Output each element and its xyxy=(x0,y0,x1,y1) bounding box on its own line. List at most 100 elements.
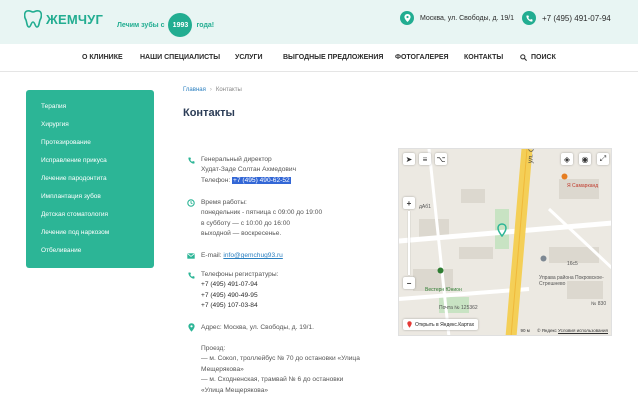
sidebar-item-prosthetics[interactable]: Протезирование xyxy=(26,134,154,152)
map-traffic-icon[interactable]: ◉ xyxy=(579,153,591,165)
page-title: Контакты xyxy=(183,107,235,119)
directions-line: — м. Сходненская, трамвай № 6 до останов… xyxy=(201,376,344,384)
registry-phone[interactable]: +7 (495) 107-03-84 xyxy=(201,301,278,311)
map-label-vestern: Вестерн Юнион xyxy=(425,287,462,293)
logo-text: ЖЕМЧУГ xyxy=(46,11,104,27)
hours-weekdays: понедельник - пятница с 09:00 до 19:00 xyxy=(201,209,323,217)
address-text: Адрес: Москва, ул. Свободы, д. 19/1. xyxy=(201,324,314,331)
location-pin-icon xyxy=(186,323,196,333)
address-block: Адрес: Москва, ул. Свободы, д. 19/1. xyxy=(186,323,314,333)
registry-title: Телефоны регистратуры: xyxy=(201,271,279,278)
yandex-map[interactable]: ➤ ≡ ⌥ ◈ ◉ ⤢ + − ул. Свободы Я Самарканд … xyxy=(398,148,612,336)
map-poi-icon xyxy=(561,173,568,180)
registry-phone[interactable]: +7 (495) 490-49-95 xyxy=(201,291,278,301)
nav-item-about[interactable]: О КЛИНИКЕ xyxy=(82,54,123,61)
header-address-text: Москва, ул. Свободы, д. 19/1 xyxy=(420,14,515,22)
map-scale: 90 м xyxy=(520,328,530,333)
sidebar-item-pediatric[interactable]: Детская стоматология xyxy=(26,206,154,224)
map-navigation-icon[interactable]: ➤ xyxy=(403,153,415,165)
sidebar-item-implants[interactable]: Имплантация зубов xyxy=(26,188,154,206)
map-poi-icon xyxy=(437,267,444,274)
directions-spacer xyxy=(186,344,196,396)
sidebar-item-therapy[interactable]: Терапия xyxy=(26,98,154,116)
map-label-admin: Управа района Покровское-Стрешнево xyxy=(539,275,604,287)
breadcrumb-separator: › xyxy=(209,87,212,93)
hours-block: Время работы: понедельник - пятница с 09… xyxy=(186,198,322,240)
email-block: E-mail: info@gemchug93.ru xyxy=(186,251,283,261)
nav-item-specialists[interactable]: НАШИ СПЕЦИАЛИСТЫ xyxy=(140,54,220,61)
map-fullscreen-icon[interactable]: ⤢ xyxy=(597,153,609,165)
tagline-after: года! xyxy=(196,21,215,29)
registry-phone[interactable]: +7 (495) 491-07-94 xyxy=(201,280,278,290)
nav-search[interactable]: ПОИСК xyxy=(520,54,556,61)
hours-sunday: выходной — воскресенье. xyxy=(201,230,282,238)
map-zoom-out-icon[interactable]: − xyxy=(403,277,415,289)
main-nav: О КЛИНИКЕ НАШИ СПЕЦИАЛИСТЫ УСЛУГИ ВЫГОДН… xyxy=(0,44,638,72)
header-bar: ЖЕМЧУГ Лечим зубы с 1993 года! Москва, у… xyxy=(0,0,638,44)
director-block: Генеральный директор Худат-Заде Солтан А… xyxy=(186,155,296,186)
map-copyright: © Яндекс xyxy=(537,328,557,333)
registry-block: Телефоны регистратуры: +7 (495) 491-07-9… xyxy=(186,270,278,312)
hours-title: Время работы: xyxy=(201,199,247,206)
director-phone[interactable]: +7 (495) 490-62-52 xyxy=(232,176,291,184)
phone-icon xyxy=(522,11,536,25)
search-icon xyxy=(520,54,527,61)
header-address: Москва, ул. Свободы, д. 19/1 xyxy=(400,11,514,25)
map-label-building: дАб1 xyxy=(419,204,431,210)
nav-item-offers[interactable]: ВЫГОДНЫЕ ПРЕДЛОЖЕНИЯ xyxy=(283,54,383,61)
breadcrumb-home[interactable]: Главная xyxy=(183,87,206,93)
clock-icon xyxy=(186,198,196,240)
map-layers-icon[interactable]: ◈ xyxy=(561,153,573,165)
open-in-yandex-label: Открыть в Яндекс.Картах xyxy=(415,321,475,328)
map-streets xyxy=(399,149,611,335)
sidebar-item-surgery[interactable]: Хирургия xyxy=(26,116,154,134)
director-title: Генеральный директор xyxy=(201,156,272,163)
sidebar-item-whitening[interactable]: Отбеливание xyxy=(26,242,154,260)
nav-item-services[interactable]: УСЛУГИ xyxy=(235,54,263,61)
map-label-post: Почта № 125362 xyxy=(439,305,478,311)
map-terms-link[interactable]: Условия использования xyxy=(558,328,608,333)
hours-saturday: в субботу — с 10:00 до 16:00 xyxy=(201,219,291,227)
open-in-yandex-button[interactable]: Открыть в Яндекс.Картах xyxy=(403,319,479,330)
email-link[interactable]: info@gemchug93.ru xyxy=(223,252,282,259)
sidebar-item-anesthesia[interactable]: Лечение под наркозом xyxy=(26,224,154,242)
breadcrumb-current: Контакты xyxy=(215,87,242,93)
map-ruler-icon[interactable]: ≡ xyxy=(419,153,431,165)
directions-line: — м. Сокол, троллейбус № 70 до остановки… xyxy=(201,355,360,363)
logo[interactable]: ЖЕМЧУГ xyxy=(24,9,103,29)
phone-icon xyxy=(186,270,196,312)
search-label: ПОИСК xyxy=(531,54,556,61)
map-route-icon[interactable]: ⌥ xyxy=(435,153,447,165)
directions-line: Мещерякова» xyxy=(201,365,244,373)
sidebar-item-periodontitis[interactable]: Лечение пародонтита xyxy=(26,170,154,188)
tooth-logo-icon xyxy=(24,9,42,28)
nav-item-contacts[interactable]: КОНТАКТЫ xyxy=(464,54,503,61)
breadcrumb: Главная › Контакты xyxy=(183,87,242,93)
directions-line: «Улица Мещерякова» xyxy=(201,386,269,394)
map-poi-icon xyxy=(540,255,547,262)
directions-title: Проезд: xyxy=(201,345,226,352)
directions-block: Проезд: — м. Сокол, троллейбус № 70 до о… xyxy=(186,344,360,396)
header-phone-text[interactable]: +7 (495) 491-07-94 xyxy=(542,14,611,23)
map-placemark-icon[interactable] xyxy=(497,223,507,237)
director-name: Худат-Заде Солтан Ахмедович xyxy=(201,166,297,174)
phone-icon xyxy=(186,155,196,186)
map-label-number: № 830 xyxy=(591,301,607,307)
email-label: E-mail: xyxy=(201,252,222,259)
map-zoom-slider[interactable] xyxy=(408,211,410,275)
envelope-icon xyxy=(186,251,196,261)
map-label-building: 16с5 xyxy=(567,261,578,267)
map-footer: 90 м © Яндекс Условия использования xyxy=(520,328,608,333)
services-sidebar: Терапия Хирургия Протезирование Исправле… xyxy=(26,90,154,268)
header-phone[interactable]: +7 (495) 491-07-94 xyxy=(522,11,611,25)
map-zoom-in-icon[interactable]: + xyxy=(403,197,415,209)
tagline: Лечим зубы с 1993 года! xyxy=(117,13,214,37)
sidebar-item-bite-correction[interactable]: Исправление прикуса xyxy=(26,152,154,170)
location-pin-icon xyxy=(400,11,414,25)
nav-item-gallery[interactable]: ФОТОГАЛЕРЕЯ xyxy=(395,54,449,61)
map-label-samarkand: Я Самарканд xyxy=(567,183,599,189)
year-badge: 1993 xyxy=(168,13,193,37)
yandex-pin-icon xyxy=(407,321,412,328)
tagline-before: Лечим зубы с xyxy=(117,21,165,29)
director-phone-label: Телефон: xyxy=(201,176,231,184)
